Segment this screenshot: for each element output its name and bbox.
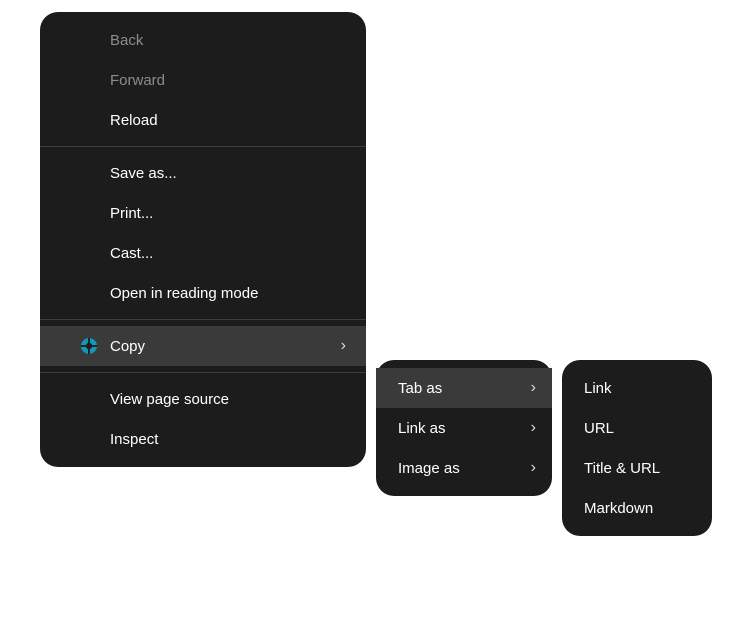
menu-item-label: Title & URL bbox=[584, 460, 696, 477]
extension-icon bbox=[80, 337, 98, 355]
menu-item-link-as[interactable]: Link as › bbox=[376, 408, 552, 448]
context-submenu-copy: Tab as › Link as › Image as › bbox=[376, 360, 552, 496]
menu-item-tabas-title-url[interactable]: Title & URL bbox=[562, 448, 712, 488]
menu-item-view-source[interactable]: View page source bbox=[40, 379, 366, 419]
menu-item-label: Forward bbox=[110, 72, 346, 89]
menu-item-label: Tab as bbox=[398, 380, 523, 397]
menu-item-label: Image as bbox=[398, 460, 523, 477]
menu-item-tab-as[interactable]: Tab as › bbox=[376, 368, 552, 408]
menu-item-tabas-link[interactable]: Link bbox=[562, 368, 712, 408]
menu-item-label: Markdown bbox=[584, 500, 696, 517]
menu-divider bbox=[40, 372, 366, 373]
menu-item-inspect[interactable]: Inspect bbox=[40, 419, 366, 459]
menu-item-print[interactable]: Print... bbox=[40, 193, 366, 233]
menu-divider bbox=[40, 319, 366, 320]
context-submenu-tab-as: Link URL Title & URL Markdown bbox=[562, 360, 712, 536]
menu-item-label: URL bbox=[584, 420, 696, 437]
menu-item-label: Reload bbox=[110, 112, 346, 129]
menu-item-label: Back bbox=[110, 32, 346, 49]
menu-item-back[interactable]: Back bbox=[40, 20, 366, 60]
menu-item-label: View page source bbox=[110, 391, 346, 408]
menu-item-label: Inspect bbox=[110, 431, 346, 448]
menu-item-label: Print... bbox=[110, 205, 346, 222]
menu-item-forward[interactable]: Forward bbox=[40, 60, 366, 100]
menu-item-image-as[interactable]: Image as › bbox=[376, 448, 552, 488]
menu-divider bbox=[40, 146, 366, 147]
menu-item-copy[interactable]: Copy › bbox=[40, 326, 366, 366]
menu-item-cast[interactable]: Cast... bbox=[40, 233, 366, 273]
chevron-right-icon: › bbox=[341, 338, 346, 354]
menu-item-label: Cast... bbox=[110, 245, 346, 262]
menu-item-label: Save as... bbox=[110, 165, 346, 182]
menu-item-label: Link as bbox=[398, 420, 523, 437]
menu-item-label: Copy bbox=[110, 338, 333, 355]
chevron-right-icon: › bbox=[531, 420, 536, 436]
chevron-right-icon: › bbox=[531, 380, 536, 396]
menu-item-label: Link bbox=[584, 380, 696, 397]
menu-item-tabas-markdown[interactable]: Markdown bbox=[562, 488, 712, 528]
menu-item-reload[interactable]: Reload bbox=[40, 100, 366, 140]
context-menu-main: Back Forward Reload Save as... Print... … bbox=[40, 12, 366, 467]
menu-item-label: Open in reading mode bbox=[110, 285, 346, 302]
chevron-right-icon: › bbox=[531, 460, 536, 476]
menu-item-reading-mode[interactable]: Open in reading mode bbox=[40, 273, 366, 313]
menu-item-save-as[interactable]: Save as... bbox=[40, 153, 366, 193]
menu-item-tabas-url[interactable]: URL bbox=[562, 408, 712, 448]
